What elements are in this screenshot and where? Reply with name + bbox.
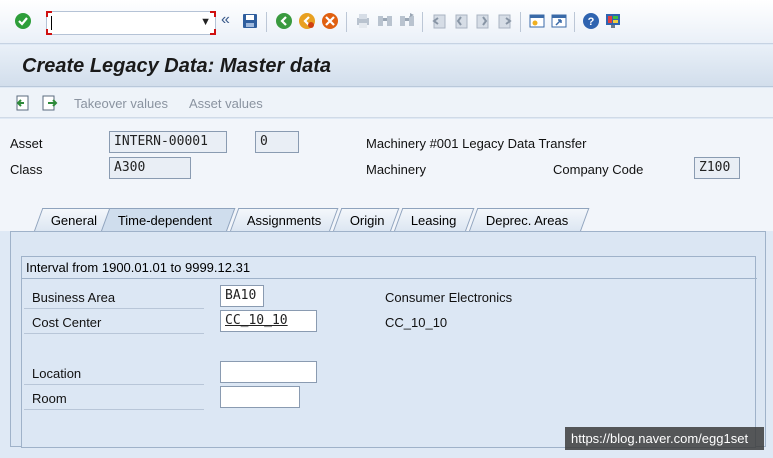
- class-label: Class: [10, 162, 43, 177]
- svg-text:?: ?: [588, 16, 595, 28]
- header-area: Asset INTERN-00001 0 Machinery #001 Lega…: [0, 119, 773, 201]
- layout-icon[interactable]: [604, 12, 622, 30]
- asset-label: Asset: [10, 136, 43, 151]
- room-input[interactable]: [220, 386, 300, 408]
- help-icon[interactable]: ?: [582, 12, 600, 30]
- business-area-text: Consumer Electronics: [385, 290, 513, 305]
- asset-description: Machinery #001 Legacy Data Transfer: [366, 136, 587, 151]
- cost-center-input[interactable]: CC_10_10: [220, 310, 317, 332]
- tab-time-dependent[interactable]: Time-dependent: [101, 208, 236, 231]
- back-icon[interactable]: [275, 12, 293, 30]
- shortcut-icon[interactable]: [550, 12, 568, 30]
- text-cursor: [51, 16, 52, 30]
- print-icon[interactable]: [354, 12, 372, 30]
- history-icon[interactable]: «: [221, 11, 230, 31]
- company-code-label: Company Code: [553, 162, 644, 177]
- exit-icon[interactable]: [298, 12, 316, 30]
- tab-assignments[interactable]: Assignments: [230, 208, 339, 231]
- first-page-icon[interactable]: [430, 12, 448, 30]
- tab-label: Assignments: [246, 213, 322, 228]
- next-asset-icon[interactable]: [40, 94, 58, 112]
- command-field[interactable]: ▼: [46, 11, 216, 35]
- takeover-values-button[interactable]: Takeover values: [74, 96, 168, 111]
- interval-group: Interval from 1900.01.01 to 9999.12.31 B…: [21, 256, 757, 448]
- class-field: A300: [109, 157, 191, 179]
- location-label: Location: [32, 366, 82, 381]
- tab-deprec-areas[interactable]: Deprec. Areas: [469, 208, 590, 231]
- business-area-input[interactable]: BA10: [220, 285, 264, 307]
- application-toolbar: Takeover values Asset values: [0, 88, 773, 118]
- business-area-label: Business Area: [32, 290, 116, 305]
- tab-label: General: [50, 213, 98, 228]
- cost-center-text: CC_10_10: [385, 315, 448, 330]
- company-code-field: Z100: [694, 157, 740, 179]
- tab-label: Time-dependent: [117, 213, 213, 228]
- create-session-icon[interactable]: [528, 12, 546, 30]
- tab-origin[interactable]: Origin: [333, 208, 400, 231]
- location-input[interactable]: [220, 361, 317, 383]
- cost-center-label: Cost Center: [32, 315, 102, 330]
- cancel-icon[interactable]: [321, 12, 339, 30]
- sub-number-field: 0: [255, 131, 299, 153]
- previous-page-icon[interactable]: [452, 12, 470, 30]
- tab-leasing[interactable]: Leasing: [394, 208, 475, 231]
- watermark: https://blog.naver.com/egg1set: [565, 427, 764, 450]
- tab-label: Leasing: [410, 213, 457, 228]
- tab-strip: General Time-dependent Assignments Origi…: [0, 201, 773, 231]
- interval-title: Interval from 1900.01.01 to 9999.12.31: [22, 257, 757, 279]
- save-icon[interactable]: [241, 12, 259, 30]
- find-icon[interactable]: [376, 12, 394, 30]
- find-next-icon[interactable]: [398, 12, 416, 30]
- other-asset-icon[interactable]: [14, 94, 32, 112]
- title-bar: Create Legacy Data: Master data: [0, 45, 773, 87]
- asset-number-field: INTERN-00001: [109, 131, 227, 153]
- room-label: Room: [32, 391, 67, 406]
- class-description: Machinery: [366, 162, 426, 177]
- tab-label: Origin: [349, 213, 385, 228]
- page-title: Create Legacy Data: Master data: [22, 55, 332, 77]
- system-toolbar: ▼ « ?: [0, 0, 773, 44]
- last-page-icon[interactable]: [496, 12, 514, 30]
- tab-label: Deprec. Areas: [485, 213, 569, 228]
- next-page-icon[interactable]: [474, 12, 492, 30]
- dropdown-icon[interactable]: ▼: [200, 16, 211, 28]
- asset-values-button[interactable]: Asset values: [189, 96, 263, 111]
- enter-icon[interactable]: [14, 12, 32, 30]
- tab-panel: Interval from 1900.01.01 to 9999.12.31 B…: [10, 231, 766, 448]
